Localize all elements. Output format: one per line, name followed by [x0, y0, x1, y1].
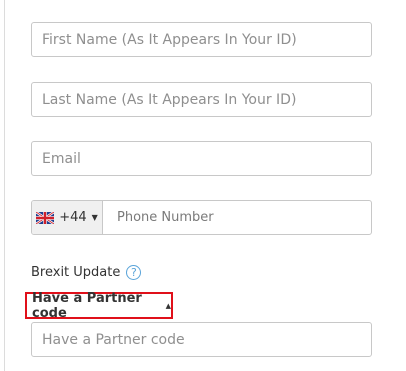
partner-code-toggle-label: Have a Partner code	[32, 290, 142, 321]
email-field[interactable]	[31, 141, 372, 176]
first-name-input[interactable]	[32, 23, 371, 56]
phone-number-input[interactable]	[103, 201, 371, 234]
country-code-selector[interactable]: +44 ▼	[32, 201, 103, 234]
brexit-update: Brexit Update ?	[31, 262, 142, 282]
uk-flag-icon	[36, 211, 55, 224]
partner-code-toggle[interactable]: Have a Partner code ▲	[25, 290, 173, 321]
partner-code-input[interactable]	[32, 323, 371, 356]
last-name-input[interactable]	[32, 83, 371, 116]
brexit-update-label: Brexit Update	[31, 264, 121, 280]
phone-field: +44 ▼	[31, 200, 372, 235]
first-name-field[interactable]	[31, 22, 372, 57]
email-input[interactable]	[32, 142, 371, 175]
registration-form: +44 ▼ Brexit Update ? Have a Partner cod…	[0, 0, 406, 371]
caret-up-icon: ▲	[165, 301, 171, 310]
chevron-down-icon: ▼	[91, 213, 98, 222]
dial-code: +44	[59, 210, 87, 225]
last-name-field[interactable]	[31, 82, 372, 117]
panel-divider	[4, 0, 5, 371]
help-icon[interactable]: ?	[126, 264, 142, 280]
partner-code-field[interactable]	[31, 322, 372, 357]
